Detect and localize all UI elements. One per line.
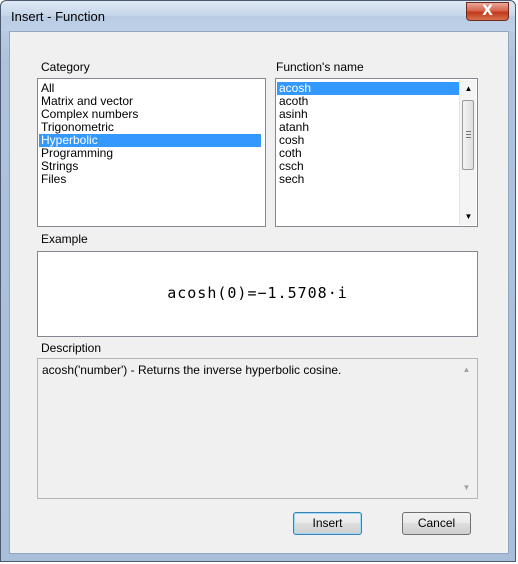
function-item-csch[interactable]: csch <box>277 160 459 173</box>
scroll-up-icon[interactable]: ▲ <box>460 80 477 97</box>
category-item-files[interactable]: Files <box>39 173 261 186</box>
scroll-down-icon[interactable]: ▼ <box>460 208 477 225</box>
title-bar[interactable]: Insert - Function X <box>1 1 515 31</box>
example-formula: acosh(0)=−1.5708·i <box>167 284 348 302</box>
insert-function-dialog: Insert - Function X Category All Matrix … <box>0 0 516 562</box>
function-item-sech[interactable]: sech <box>277 173 459 186</box>
function-item-atanh[interactable]: atanh <box>277 121 459 134</box>
close-icon: X <box>482 3 493 19</box>
category-list[interactable]: All Matrix and vector Complex numbers Tr… <box>37 78 266 227</box>
insert-button[interactable]: Insert <box>293 512 362 535</box>
category-label: Category <box>41 60 90 74</box>
cancel-button[interactable]: Cancel <box>402 512 471 535</box>
function-item-coth[interactable]: coth <box>277 147 459 160</box>
dialog-body: Category All Matrix and vector Complex n… <box>9 31 509 554</box>
example-label: Example <box>41 232 88 246</box>
close-button[interactable]: X <box>466 2 509 21</box>
scrollbar-thumb[interactable] <box>462 100 474 170</box>
function-list-scrollbar[interactable]: ▲ ▼ <box>459 80 476 225</box>
scroll-down-icon[interactable]: ▼ <box>458 479 475 496</box>
example-box: acosh(0)=−1.5708·i <box>37 251 478 337</box>
description-text: acosh('number') - Returns the inverse hy… <box>42 363 342 377</box>
thumb-grip <box>466 131 471 132</box>
function-name-label: Function's name <box>276 60 364 74</box>
description-box[interactable]: acosh('number') - Returns the inverse hy… <box>37 358 478 499</box>
category-item-strings[interactable]: Strings <box>39 160 261 173</box>
scroll-up-icon[interactable]: ▲ <box>458 361 475 378</box>
window-title: Insert - Function <box>11 9 105 24</box>
function-list[interactable]: acosh acoth asinh atanh cosh coth csch s… <box>275 78 478 227</box>
thumb-grip <box>466 137 471 138</box>
function-item-cosh[interactable]: cosh <box>277 134 459 147</box>
description-label: Description <box>41 341 102 355</box>
thumb-grip <box>466 134 471 135</box>
